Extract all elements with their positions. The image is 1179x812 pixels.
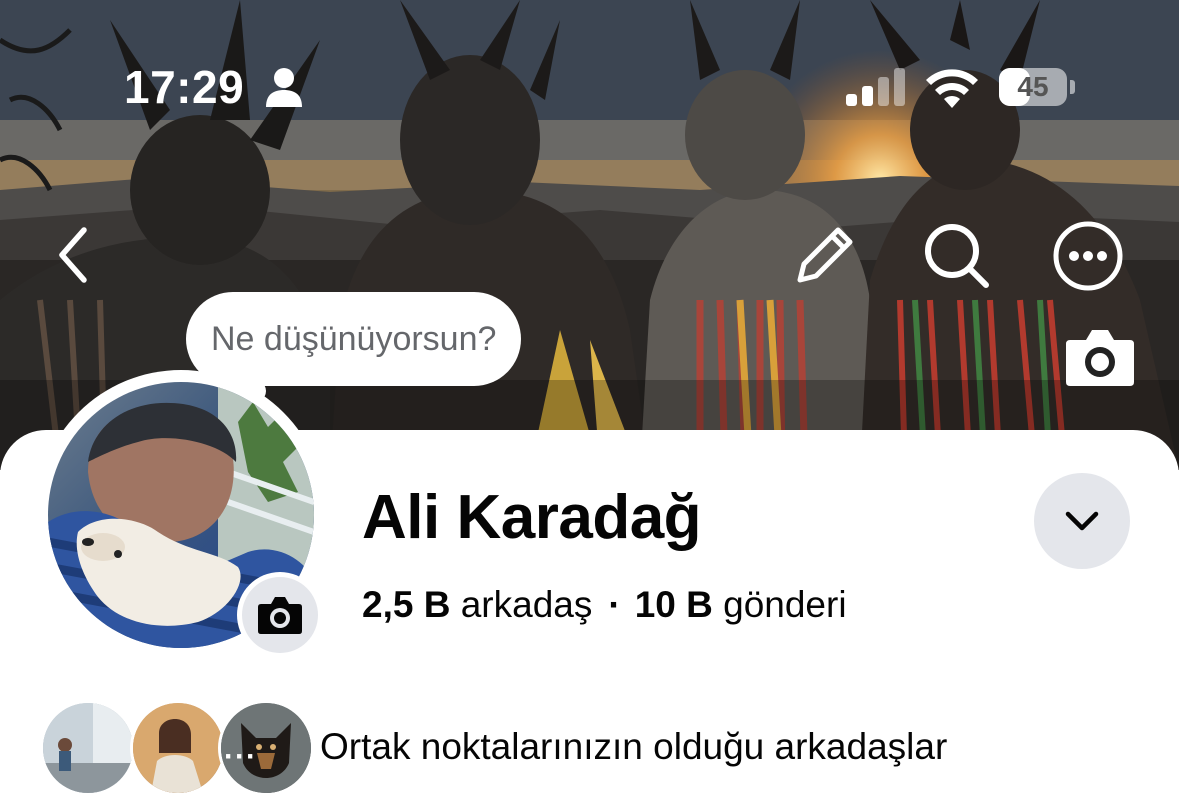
camera-icon: [1066, 330, 1134, 386]
person-icon: [266, 68, 302, 107]
friends-label[interactable]: arkadaş: [461, 584, 593, 626]
edit-profile-button[interactable]: [792, 222, 858, 288]
more-mutual-indicator: ···: [224, 740, 257, 773]
profile-name: Ali Karadağ: [362, 483, 702, 552]
edit-cover-photo-button[interactable]: [1064, 326, 1136, 388]
pencil-icon: [797, 227, 853, 283]
profile-stats: 2,5 B arkadaş · 10 B gönderi: [362, 584, 847, 626]
status-prompt-bubble[interactable]: Ne düşünüyorsun?: [186, 292, 522, 386]
mutual-friends-avatars[interactable]: [40, 700, 314, 798]
change-profile-photo-button[interactable]: [237, 572, 323, 658]
camera-icon: [258, 597, 302, 634]
search-button[interactable]: [920, 222, 992, 288]
posts-count[interactable]: 10 B: [635, 584, 713, 626]
mutual-friends-label[interactable]: Ortak noktalarınızın olduğu arkadaşlar: [320, 726, 947, 768]
cellular-signal-icon: [846, 68, 905, 106]
mutual-friend-avatar[interactable]: [130, 700, 226, 796]
friends-count[interactable]: 2,5 B: [362, 584, 450, 626]
avatar-image: [133, 703, 223, 793]
status-time: 17:29: [124, 61, 245, 113]
avatar-image: [43, 703, 133, 793]
more-horizontal-icon: [1053, 221, 1123, 291]
back-button[interactable]: [48, 222, 98, 288]
chevron-down-icon: [1065, 511, 1099, 531]
more-options-button[interactable]: [1052, 220, 1124, 292]
stats-separator: ·: [608, 584, 621, 625]
search-icon: [925, 224, 989, 288]
wifi-icon: [926, 69, 978, 108]
posts-label[interactable]: gönderi: [723, 584, 846, 626]
battery-level: 45: [1017, 71, 1049, 102]
chevron-left-icon: [59, 227, 87, 283]
mutual-friend-avatar[interactable]: [40, 700, 136, 796]
profile-dropdown-button[interactable]: [1034, 473, 1130, 569]
battery-icon: 45: [999, 68, 1075, 106]
